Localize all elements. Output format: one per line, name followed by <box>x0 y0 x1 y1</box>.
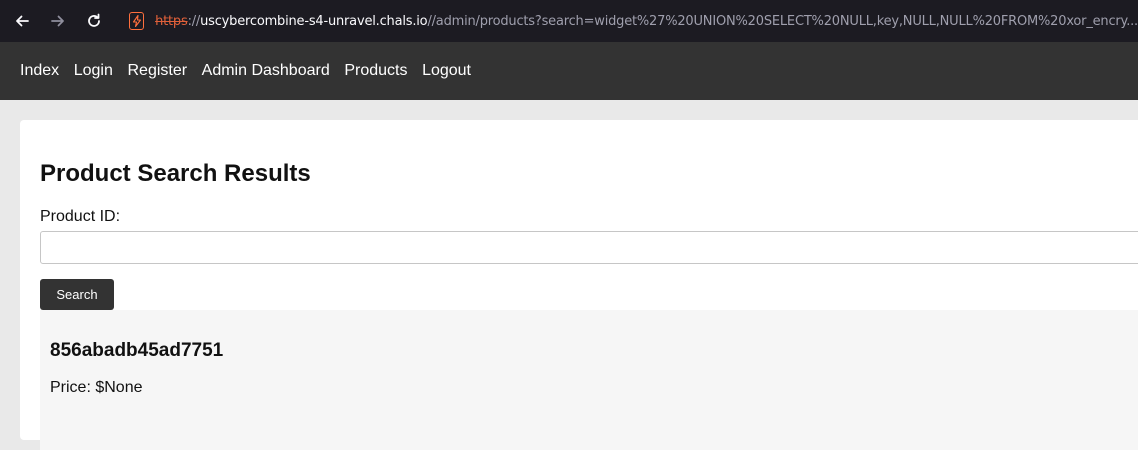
nav-link-admin-dashboard[interactable]: Admin Dashboard <box>202 62 330 80</box>
url-host: uscybercombine-s4-unravel.chals.io <box>200 13 428 29</box>
site-lightning-icon <box>129 12 145 30</box>
nav-link-logout[interactable]: Logout <box>422 62 471 80</box>
reload-button[interactable] <box>76 3 112 39</box>
forward-button[interactable] <box>40 3 76 39</box>
nav-link-products[interactable]: Products <box>344 62 407 80</box>
url-path: //admin/products?search=widget%27%20UNIO… <box>427 13 1138 29</box>
nav-link-register[interactable]: Register <box>127 62 187 80</box>
url-separator: :// <box>187 13 201 29</box>
page-title: Product Search Results <box>40 160 311 187</box>
browser-toolbar: https://uscybercombine-s4-unravel.chals.… <box>0 0 1138 42</box>
address-bar[interactable]: https://uscybercombine-s4-unravel.chals.… <box>120 4 1138 38</box>
site-navbar: Index Login Register Admin Dashboard Pro… <box>0 42 1138 100</box>
url-text: https://uscybercombine-s4-unravel.chals.… <box>155 14 1138 29</box>
result-item: 856abadb45ad7751 Price: $None <box>40 310 1138 450</box>
reload-icon <box>88 13 100 27</box>
back-button[interactable] <box>4 3 40 39</box>
product-price: Price: $None <box>50 379 143 396</box>
content-card: Product Search Results Product ID: Searc… <box>20 120 1138 450</box>
product-name: 856abadb45ad7751 <box>50 340 224 361</box>
arrow-right-icon <box>51 15 64 27</box>
nav-link-login[interactable]: Login <box>74 62 113 80</box>
product-id-label: Product ID: <box>40 208 121 225</box>
arrow-left-icon <box>16 15 29 27</box>
nav-link-index[interactable]: Index <box>20 62 59 80</box>
product-id-input[interactable] <box>40 231 1138 264</box>
search-button[interactable]: Search <box>40 279 114 310</box>
url-scheme: https <box>155 13 188 29</box>
